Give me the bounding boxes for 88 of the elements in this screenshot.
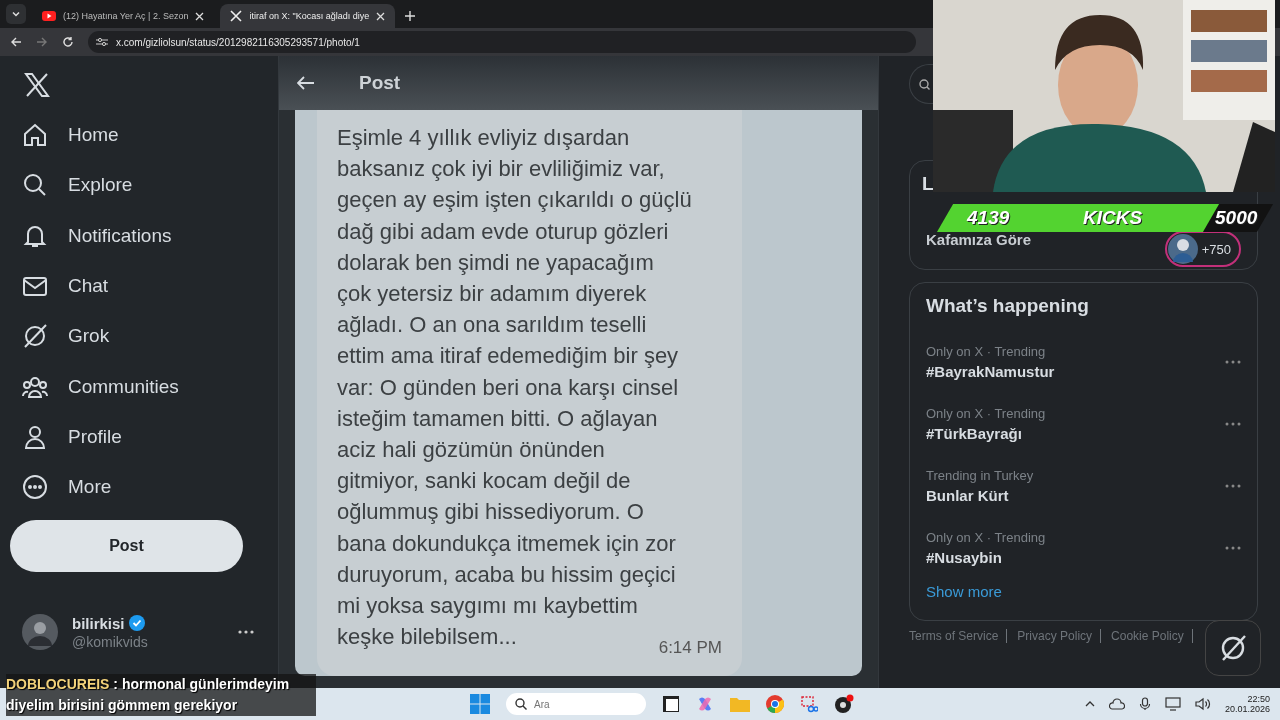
post-button[interactable]: Post [10,520,243,573]
taskbar-search-field[interactable]: Ara [506,693,646,715]
browser-tab[interactable]: (12) Hayatına Yer Aç | 2. Sezon [32,4,215,28]
back-icon[interactable] [10,36,22,48]
message-line: gitmiyor, sanki kocam değil de [337,467,631,496]
clock-time[interactable]: 22:50 [1247,694,1270,704]
slashed-circle-icon [1219,634,1247,662]
address-bar[interactable]: x.com/gizliolsun/status/2012982116305293571/photo/1 [88,31,916,53]
nav-link[interactable]: Chat [22,260,268,312]
more-icon [22,474,48,501]
card-heading: L [922,173,934,195]
person-icon [22,423,48,450]
trend-topic[interactable]: #TürkBayrağı [926,425,1046,442]
nav-link[interactable]: Explore [22,160,268,211]
nav-link[interactable]: Communities [22,361,268,412]
x-logo-icon[interactable] [24,72,50,98]
message-line: çok yetersiz bir adamım diyerek [337,280,647,308]
site-settings-icon [96,37,108,47]
avatar[interactable] [22,614,58,651]
close-icon[interactable] [195,11,205,21]
message-line: isteğim tamamen bitti. O ağlayan [337,404,658,433]
message-line: geçen ay eşim işten çıkarıldı o güçlü [337,186,692,215]
trend-topic[interactable]: #Nusaybin [926,549,1046,566]
task-view-icon[interactable] [662,695,680,713]
chevron-up-icon[interactable] [1084,700,1095,708]
more-icon[interactable] [1225,360,1241,364]
back-icon[interactable] [297,76,315,90]
microphone-icon[interactable] [1138,697,1151,711]
more-icon[interactable] [1225,422,1241,426]
message-line: bana dokundukça itmemek için zor [337,529,676,558]
cloud-icon[interactable] [1108,697,1125,711]
nav-link[interactable]: Notifications [22,210,268,261]
speaker-icon[interactable] [1194,697,1211,711]
trend-topic[interactable]: Bunlar Kürt [926,487,1034,504]
x-logo-icon [230,10,243,22]
page-title: Post [359,72,401,94]
more-icon[interactable] [238,630,254,635]
message-line: oğlummuş gibi hissediyorum. O [337,498,644,527]
snipping-tool-icon[interactable] [800,695,818,713]
message-line: mi yoksa saygımı mı kaybettim [337,592,638,621]
close-icon[interactable] [376,11,386,21]
search-icon [515,698,527,710]
monitor-icon[interactable] [1164,697,1181,711]
home-icon [22,122,48,149]
account-name: bilirkisi [72,614,125,632]
goal-current: 4139 [967,207,1010,229]
clock-date[interactable]: 20.01.2026 [1224,704,1270,714]
message-line: aciz hali gözümün önünden [337,436,605,465]
reload-icon[interactable] [62,36,74,48]
trend-context: Trending in Turkey [926,468,1034,483]
message-line: ettim ama itiraf edemediğim bir şey [337,342,679,371]
grok-button[interactable] [1205,620,1261,676]
account-handle: @komikvids [72,633,149,650]
slashed-circle-icon [22,323,48,350]
trend-topic[interactable]: #BayrakNamustur [926,363,1055,380]
search-icon [919,78,930,90]
message-line: duruyorum, acaba bu hissim geçici [337,560,676,589]
windows-start-icon[interactable] [470,694,490,714]
trend-context: Only on X · Trending [926,406,1046,421]
nav-link[interactable]: Grok [22,311,268,362]
message-line: keşke bilebilsem... [337,623,517,652]
message-line: ağladı. O an ona sarıldım teselli [337,311,647,340]
avatar [1167,234,1198,264]
chat-message: DOBLOCUREIS : hormonal günlerimdeyim diyelim birisini gömmem gerekiyor [6,674,316,716]
show-more-link[interactable]: Show more [926,583,1241,600]
space-title: Kafamıza Göre [926,230,1032,248]
nav-link[interactable]: More [22,462,268,513]
more-icon[interactable] [1225,484,1241,488]
goal-target: 5000 [1214,207,1257,229]
message-line: Eşimle 4 yıllık evliyiz dışardan [337,124,630,152]
browser-tab[interactable]: itiraf on X: "Kocası ağladı diye [220,4,396,28]
message-line: dolarak ben şimdi ne yapacağım [337,248,654,277]
card-heading: What’s happening [926,295,1090,317]
message-line: dağ gibi adam evde oturup gözleri [337,217,669,246]
nav-link[interactable]: Home [22,110,268,161]
chevron-down-icon [11,9,21,19]
trend-context: Only on X · Trending [926,344,1047,359]
trend-context: Only on X · Trending [926,530,1046,545]
message-line: var: O günden beri ona karşı cinsel [337,373,679,402]
message-line: baksanız çok iyi bir evliliğimiz var, [337,155,665,184]
more-icon[interactable] [1225,546,1241,550]
goal-label: KICKS [1083,207,1143,229]
tab-list-button[interactable] [6,4,26,24]
new-tab-icon[interactable] [405,11,416,21]
message-time: 6:14 PM [658,638,722,658]
nav-link[interactable]: Profile [22,411,268,463]
play-icon [42,11,56,21]
forward-icon[interactable] [36,36,48,48]
